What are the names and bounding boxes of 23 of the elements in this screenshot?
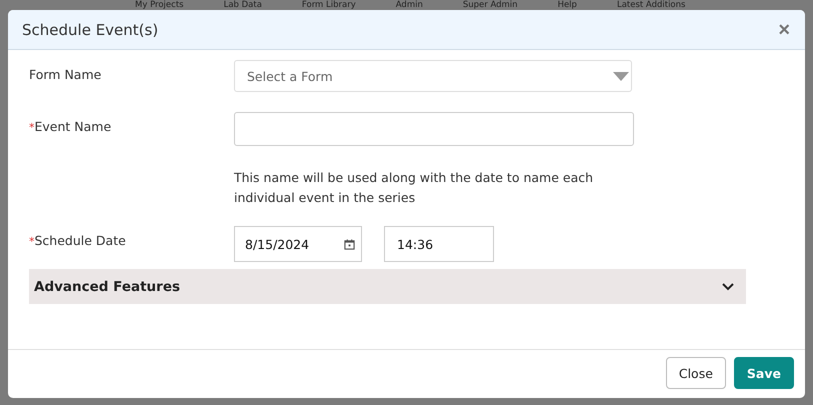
nav-link[interactable]: Super Admin xyxy=(462,0,518,10)
form-select[interactable]: Select a Form xyxy=(234,60,632,92)
section-title: Advanced Features xyxy=(34,278,180,294)
advanced-features-bar[interactable]: Advanced Features xyxy=(29,269,746,304)
save-button[interactable]: Save xyxy=(734,357,794,389)
field-label: *Event Name xyxy=(29,118,112,136)
caret-icon xyxy=(613,72,629,80)
dialog-title: Schedule Event(s) xyxy=(22,20,158,38)
nav-link[interactable]: My Projects xyxy=(135,0,184,10)
calendar-icon[interactable] xyxy=(344,238,355,250)
chevron-icon[interactable] xyxy=(722,282,734,290)
nav-link[interactable]: Lab Data xyxy=(224,0,262,10)
nav-link[interactable]: Admin xyxy=(396,0,423,10)
nav-link[interactable]: Latest Additions xyxy=(616,0,686,10)
input-field[interactable] xyxy=(234,112,634,146)
help-text: This name will be used along with the date to name each individual event in the series xyxy=(234,169,594,207)
nav-link[interactable]: Help xyxy=(558,0,577,10)
nav-link[interactable]: Form Library xyxy=(302,0,356,10)
close-button[interactable]: Close xyxy=(666,357,726,389)
time-field[interactable]: 14:36 xyxy=(384,226,494,262)
date-field[interactable]: 8/15/2024 xyxy=(234,226,362,262)
field-label: *Schedule Date xyxy=(29,232,127,250)
field-label: Form Name xyxy=(29,66,102,84)
